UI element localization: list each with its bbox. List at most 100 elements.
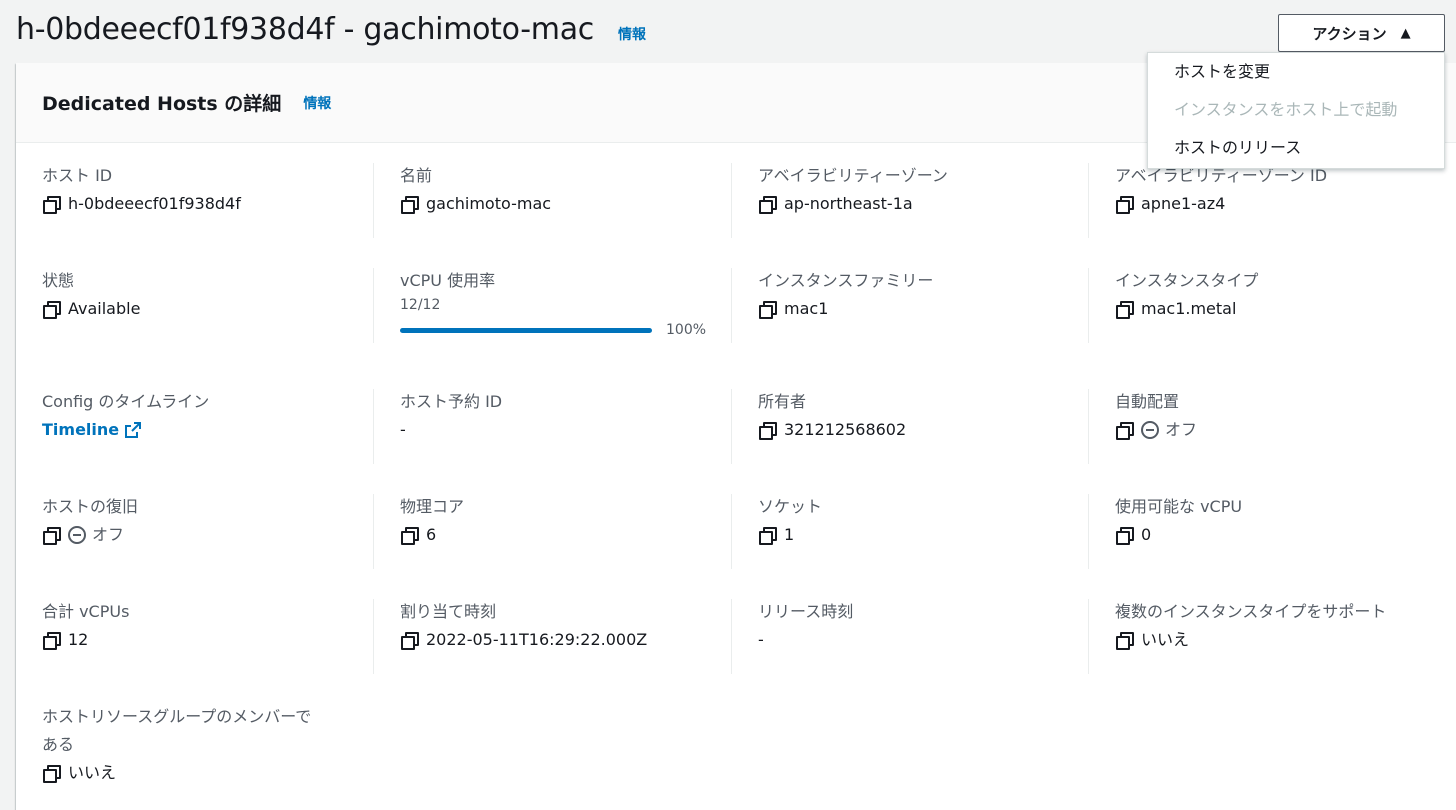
instance-family-value: mac1 [784,299,829,318]
field-value: 12 [42,629,372,651]
field-label: ホスト ID [42,166,113,185]
field-value: Available [42,298,372,320]
copy-icon[interactable] [1115,421,1134,440]
menu-item-release-host[interactable]: ホストのリリース [1148,133,1444,171]
field-total-vcpus: 合計 vCPUs 12 [42,601,372,651]
field-sockets: ソケット 1 [758,496,1088,546]
field-label: アベイラビリティーゾーン [758,166,948,185]
field-value: いいえ [42,762,372,784]
field-label: 所有者 [758,392,807,411]
field-label: ある [42,735,75,754]
timeline-link[interactable]: Timeline [42,419,119,441]
progress-track [400,327,652,333]
actions-button-label: アクション [1312,24,1387,43]
field-az-id: アベイラビリティーゾーン ID apne1-az4 [1115,165,1445,215]
copy-icon[interactable] [758,526,777,545]
physical-cores-value: 6 [426,525,437,544]
copy-icon[interactable] [42,195,61,214]
field-value: - [400,419,730,441]
column-divider [1088,494,1089,569]
field-value: gachimoto-mac [400,193,730,215]
field-label: ホストリソースグループのメンバーで [42,707,312,726]
actions-button[interactable]: アクション ▲ [1278,14,1445,52]
field-value: 2022-05-11T16:29:22.000Z [400,629,730,651]
field-az: アベイラビリティーゾーン ap-northeast-1a [758,165,1088,215]
copy-icon[interactable] [42,300,61,319]
copy-icon[interactable] [400,631,419,650]
az-value: ap-northeast-1a [784,194,913,213]
available-vcpu-value: 0 [1141,525,1152,544]
field-label: ソケット [758,497,823,516]
host-recovery-value: オフ [92,525,125,544]
copy-icon[interactable] [1115,195,1134,214]
host-id-value: h-0bdeeecf01f938d4f [68,194,241,213]
field-label: リリース時刻 [758,602,854,621]
column-divider [1088,163,1089,238]
field-value: 321212568602 [758,419,1088,441]
field-label: 割り当て時刻 [400,602,497,621]
sockets-value: 1 [784,525,795,544]
column-divider [373,163,374,238]
copy-icon[interactable] [1115,526,1134,545]
field-state: 状態 Available [42,270,372,320]
field-value: mac1 [758,298,1088,320]
page-header: h-0bdeeecf01f938d4f - gachimoto-mac 情報 [16,12,646,56]
copy-icon[interactable] [400,526,419,545]
column-divider [731,389,732,464]
total-vcpus-value: 12 [68,630,89,649]
field-label: 合計 vCPUs [42,602,130,621]
field-allocation-time: 割り当て時刻 2022-05-11T16:29:22.000Z [400,601,730,651]
panel-info-link[interactable]: 情報 [303,93,331,113]
field-value: Timeline [42,419,372,441]
field-value: いいえ [1115,629,1455,651]
stopped-status-icon [68,526,86,544]
field-value: オフ [42,524,372,546]
multi-type-value: いいえ [1141,630,1190,649]
page-title: h-0bdeeecf01f938d4f - gachimoto-mac [16,12,594,47]
field-label: 名前 [400,166,433,185]
column-divider [373,389,374,464]
copy-icon[interactable] [1115,300,1134,319]
vcpu-fraction: 12/12 [400,297,441,313]
copy-icon[interactable] [758,421,777,440]
column-divider [373,494,374,569]
field-available-vcpu: 使用可能な vCPU 0 [1115,496,1445,546]
field-label: 自動配置 [1115,392,1180,411]
field-value: h-0bdeeecf01f938d4f [42,193,372,215]
auto-placement-value: オフ [1165,420,1198,439]
field-host-id: ホスト ID h-0bdeeecf01f938d4f [42,165,372,215]
column-divider [731,599,732,674]
copy-icon[interactable] [42,764,61,783]
actions-dropdown-menu: ホストを変更 インスタンスをホスト上で起動 ホストのリリース [1147,52,1445,169]
stopped-status-icon [1141,421,1159,439]
name-value: gachimoto-mac [426,194,552,213]
field-instance-family: インスタンスファミリー mac1 [758,270,1088,320]
field-host-recovery: ホストの復旧 オフ [42,496,372,546]
reservation-id-value: - [400,420,406,439]
copy-icon[interactable] [42,526,61,545]
external-link-icon[interactable] [125,422,142,438]
field-vcpu-utilization: vCPU 使用率 12/12 100% [400,270,730,338]
field-label: ホストの復旧 [42,497,139,516]
copy-icon[interactable] [400,195,419,214]
vcpu-percent: 100% [666,322,707,338]
column-divider [731,163,732,238]
progress-fill [400,327,652,333]
menu-item-launch-instance: インスタンスをホスト上で起動 [1174,100,1398,119]
progress-bar: 100% [400,322,730,338]
menu-item-modify-host[interactable]: ホストを変更 [1148,57,1444,95]
allocation-time-value: 2022-05-11T16:29:22.000Z [426,630,648,649]
host-details-panel: Dedicated Hosts の詳細 情報 ホスト ID h-0bdeeecf… [16,63,1456,810]
column-divider [1088,389,1089,464]
page-info-link[interactable]: 情報 [618,24,646,44]
copy-icon[interactable] [758,300,777,319]
column-divider [373,599,374,674]
field-value: 1 [758,524,1088,546]
copy-icon[interactable] [42,631,61,650]
field-reservation-id: ホスト予約 ID - [400,391,730,441]
field-value: オフ [1115,419,1445,441]
field-label: 状態 [42,271,75,290]
copy-icon[interactable] [1115,631,1134,650]
column-divider [373,268,374,343]
copy-icon[interactable] [758,195,777,214]
